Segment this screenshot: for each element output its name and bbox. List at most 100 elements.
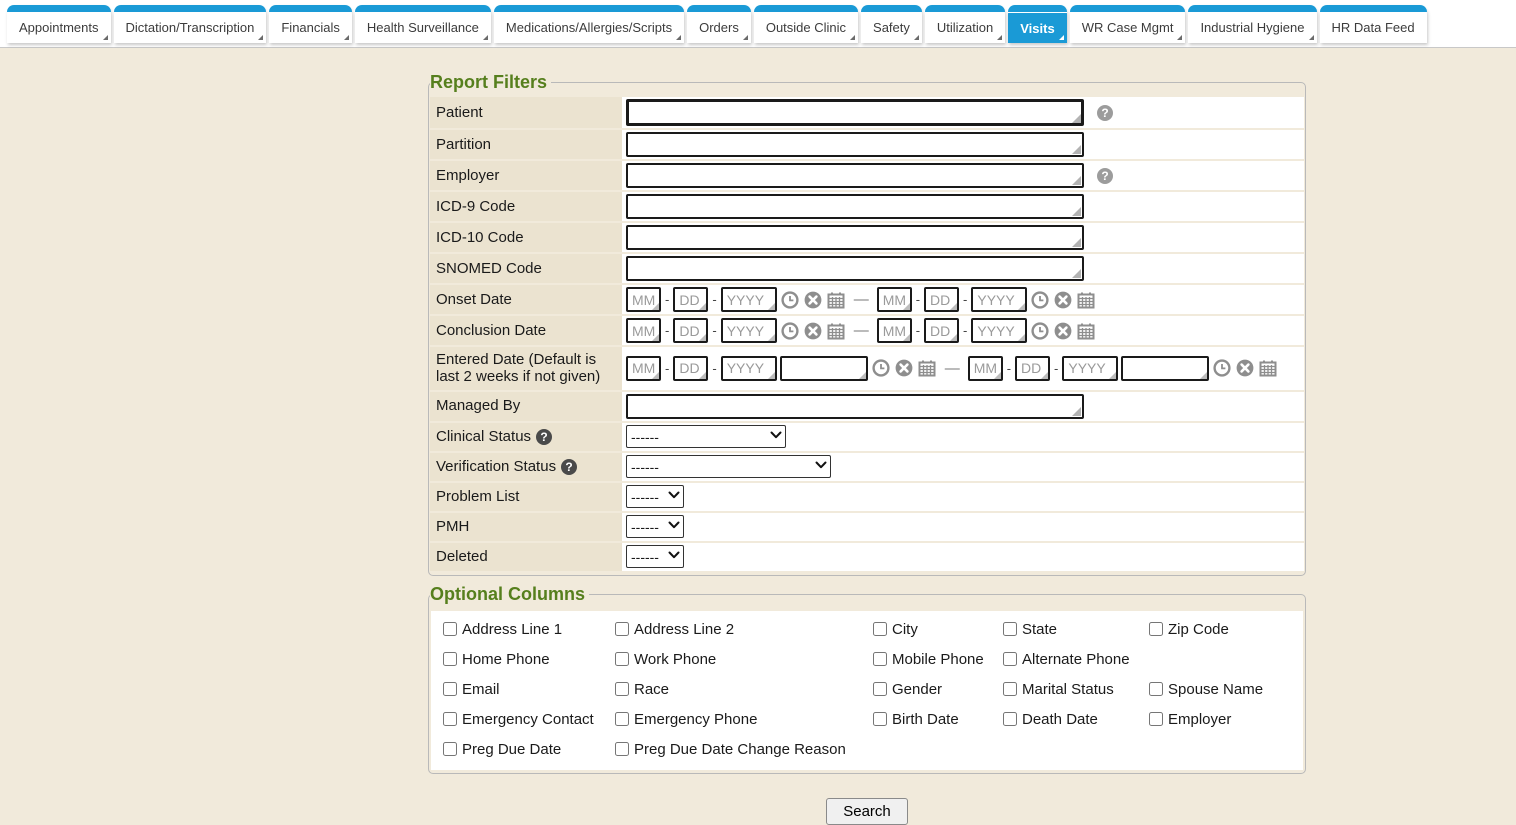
clear-date-icon[interactable]	[804, 322, 822, 340]
checkbox-input[interactable]	[1003, 712, 1017, 726]
snomed-code-input[interactable]	[626, 256, 1084, 281]
checkbox-work-phone[interactable]: Work Phone	[615, 651, 873, 668]
tab-wr-case-mgmt[interactable]: WR Case Mgmt	[1070, 5, 1186, 43]
entered-end-year-input[interactable]	[1062, 356, 1118, 381]
checkbox-input[interactable]	[443, 622, 457, 636]
clear-date-icon[interactable]	[1236, 359, 1254, 377]
help-icon[interactable]: ?	[1097, 168, 1113, 184]
checkbox-city[interactable]: City	[873, 621, 1003, 638]
checkbox-input[interactable]	[615, 652, 629, 666]
checkbox-emergency-contact[interactable]: Emergency Contact	[443, 711, 615, 728]
onset-end-day-input[interactable]	[924, 287, 959, 312]
checkbox-death-date[interactable]: Death Date	[1003, 711, 1149, 728]
entered-start-month-input[interactable]	[626, 356, 661, 381]
verification-status-select[interactable]: ------	[626, 455, 831, 478]
tab-outside-clinic[interactable]: Outside Clinic	[754, 5, 858, 43]
help-icon[interactable]: ?	[536, 429, 552, 445]
checkbox-input[interactable]	[873, 622, 887, 636]
checkbox-gender[interactable]: Gender	[873, 681, 1003, 698]
checkbox-preg-due-date-change-reason[interactable]: Preg Due Date Change Reason	[615, 741, 1291, 758]
problem-list-select[interactable]: ------	[626, 485, 684, 508]
checkbox-address-line-1[interactable]: Address Line 1	[443, 621, 615, 638]
pmh-select[interactable]: ------	[626, 515, 684, 538]
onset-start-year-input[interactable]	[721, 287, 777, 312]
clock-icon[interactable]	[1031, 322, 1049, 340]
checkbox-race[interactable]: Race	[615, 681, 873, 698]
entered-start-time-input[interactable]	[780, 356, 868, 381]
clock-icon[interactable]	[781, 291, 799, 309]
icd9-code-input[interactable]	[626, 194, 1084, 219]
checkbox-alternate-phone[interactable]: Alternate Phone	[1003, 651, 1149, 668]
tab-safety[interactable]: Safety	[861, 5, 922, 43]
checkbox-input[interactable]	[443, 652, 457, 666]
checkbox-birth-date[interactable]: Birth Date	[873, 711, 1003, 728]
checkbox-marital-status[interactable]: Marital Status	[1003, 681, 1149, 698]
checkbox-input[interactable]	[615, 622, 629, 636]
checkbox-input[interactable]	[443, 742, 457, 756]
clock-icon[interactable]	[1213, 359, 1231, 377]
employer-input[interactable]	[626, 163, 1084, 188]
checkbox-input[interactable]	[1003, 652, 1017, 666]
tab-health-surveillance[interactable]: Health Surveillance	[355, 5, 491, 43]
calendar-icon[interactable]	[1259, 359, 1277, 377]
checkbox-email[interactable]: Email	[443, 681, 615, 698]
tab-dictation-transcription[interactable]: Dictation/Transcription	[114, 5, 267, 43]
tab-industrial-hygiene[interactable]: Industrial Hygiene	[1188, 5, 1316, 43]
onset-end-month-input[interactable]	[877, 287, 912, 312]
tab-financials[interactable]: Financials	[269, 5, 352, 43]
checkbox-preg-due-date[interactable]: Preg Due Date	[443, 741, 615, 758]
onset-start-month-input[interactable]	[626, 287, 661, 312]
conclusion-start-day-input[interactable]	[673, 318, 708, 343]
tab-hr-data-feed[interactable]: HR Data Feed	[1320, 5, 1427, 43]
checkbox-address-line-2[interactable]: Address Line 2	[615, 621, 873, 638]
entered-end-month-input[interactable]	[968, 356, 1003, 381]
deleted-select[interactable]: ------	[626, 545, 684, 568]
checkbox-input[interactable]	[1149, 682, 1163, 696]
tab-visits[interactable]: Visits	[1008, 5, 1066, 43]
partition-input[interactable]	[626, 132, 1084, 157]
checkbox-input[interactable]	[1149, 622, 1163, 636]
checkbox-input[interactable]	[1003, 682, 1017, 696]
checkbox-input[interactable]	[873, 712, 887, 726]
calendar-icon[interactable]	[827, 291, 845, 309]
tab-appointments[interactable]: Appointments	[7, 5, 111, 43]
clinical-status-select[interactable]: ------	[626, 425, 786, 448]
calendar-icon[interactable]	[1077, 291, 1095, 309]
clear-date-icon[interactable]	[1054, 291, 1072, 309]
clear-date-icon[interactable]	[895, 359, 913, 377]
calendar-icon[interactable]	[1077, 322, 1095, 340]
clear-date-icon[interactable]	[1054, 322, 1072, 340]
conclusion-start-year-input[interactable]	[721, 318, 777, 343]
checkbox-input[interactable]	[615, 682, 629, 696]
checkbox-input[interactable]	[615, 712, 629, 726]
clock-icon[interactable]	[1031, 291, 1049, 309]
managed-by-input[interactable]	[626, 394, 1084, 419]
checkbox-emergency-phone[interactable]: Emergency Phone	[615, 711, 873, 728]
checkbox-state[interactable]: State	[1003, 621, 1149, 638]
tab-utilization[interactable]: Utilization	[925, 5, 1005, 43]
conclusion-end-month-input[interactable]	[877, 318, 912, 343]
checkbox-zip-code[interactable]: Zip Code	[1149, 621, 1291, 638]
checkbox-input[interactable]	[1003, 622, 1017, 636]
checkbox-employer[interactable]: Employer	[1149, 711, 1291, 728]
patient-input[interactable]	[626, 99, 1084, 126]
clock-icon[interactable]	[872, 359, 890, 377]
entered-start-day-input[interactable]	[673, 356, 708, 381]
tab-medications-allergies-scripts[interactable]: Medications/Allergies/Scripts	[494, 5, 684, 43]
icd10-code-input[interactable]	[626, 225, 1084, 250]
checkbox-mobile-phone[interactable]: Mobile Phone	[873, 651, 1003, 668]
entered-start-year-input[interactable]	[721, 356, 777, 381]
checkbox-input[interactable]	[615, 742, 629, 756]
search-button[interactable]: Search	[826, 798, 908, 825]
clock-icon[interactable]	[781, 322, 799, 340]
onset-end-year-input[interactable]	[971, 287, 1027, 312]
help-icon[interactable]: ?	[561, 459, 577, 475]
checkbox-input[interactable]	[873, 652, 887, 666]
checkbox-spouse-name[interactable]: Spouse Name	[1149, 681, 1291, 698]
tab-orders[interactable]: Orders	[687, 5, 751, 43]
clear-date-icon[interactable]	[804, 291, 822, 309]
checkbox-input[interactable]	[873, 682, 887, 696]
calendar-icon[interactable]	[918, 359, 936, 377]
checkbox-input[interactable]	[443, 712, 457, 726]
help-icon[interactable]: ?	[1097, 105, 1113, 121]
